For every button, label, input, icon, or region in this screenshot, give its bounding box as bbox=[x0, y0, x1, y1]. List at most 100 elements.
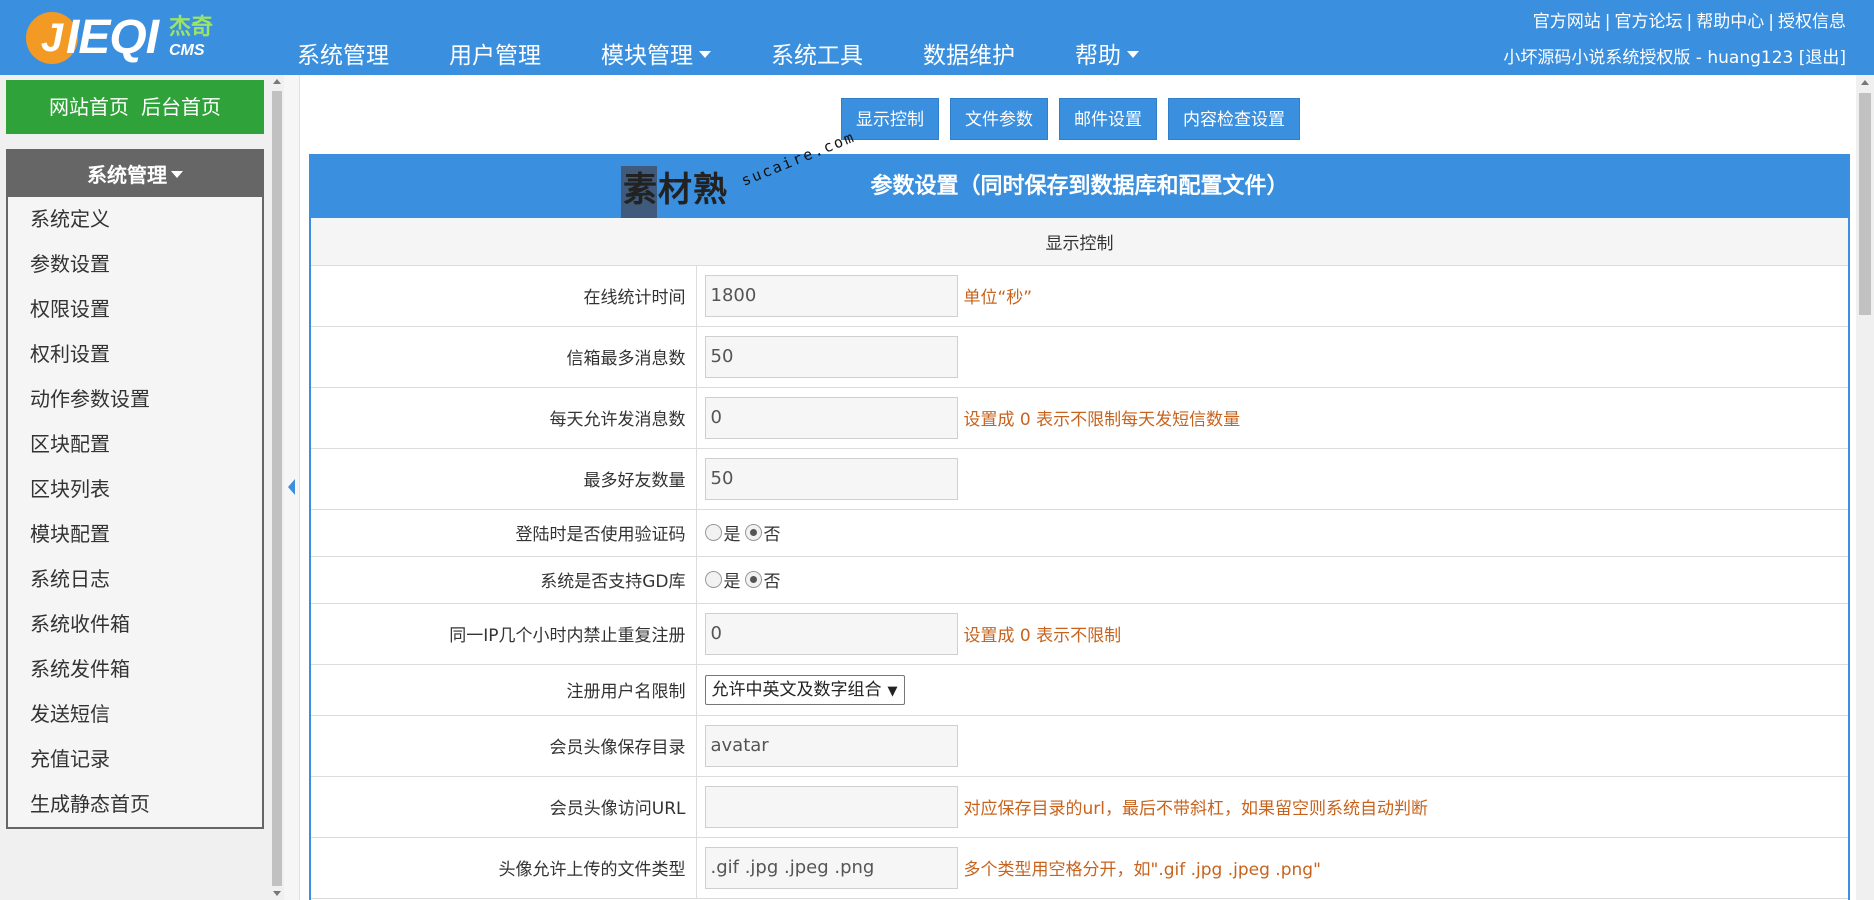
gd-support-no-radio[interactable] bbox=[744, 571, 762, 588]
field-cell: .gif .jpg .jpeg .png 多个类型用空格分开，如".gif .jp… bbox=[696, 837, 1848, 899]
chevron-down-icon bbox=[699, 51, 711, 58]
sidebar-item-block-list[interactable]: 区块列表 bbox=[8, 467, 262, 512]
top-header: J IEQI 杰奇 CMS 系统管理 用户管理 模块管理 系统工具 数据维护 帮… bbox=[0, 0, 1874, 75]
scrollbar-thumb[interactable] bbox=[1859, 93, 1871, 315]
tab-file-parameters[interactable]: 文件参数 bbox=[950, 98, 1048, 140]
link-separator: | bbox=[1686, 12, 1693, 32]
sidebar-item-recharge-records[interactable]: 充值记录 bbox=[8, 737, 262, 782]
link-separator: | bbox=[1604, 12, 1611, 32]
max-friends-input[interactable]: 50 bbox=[704, 457, 958, 500]
radio-label: 是 bbox=[723, 572, 741, 592]
tab-display-control[interactable]: 显示控制 bbox=[841, 98, 939, 140]
sidebar-item-system-log[interactable]: 系统日志 bbox=[8, 557, 262, 602]
sidebar-item-rights-settings[interactable]: 权利设置 bbox=[8, 332, 262, 377]
link-help-center[interactable]: 帮助中心 bbox=[1696, 12, 1764, 32]
scroll-down-icon[interactable] bbox=[273, 891, 281, 896]
field-label: 同一IP几个小时内禁止重复注册 bbox=[311, 603, 697, 665]
logo-cms: CMS bbox=[169, 42, 205, 59]
nav-help[interactable]: 帮助 bbox=[1045, 0, 1169, 75]
field-label: 信箱最多消息数 bbox=[311, 326, 697, 388]
gd-support-yes-radio[interactable] bbox=[704, 571, 722, 588]
ip-register-hours-input[interactable]: 0 bbox=[704, 612, 958, 655]
sidebar-scrollbar[interactable] bbox=[270, 75, 284, 900]
captcha-no-radio[interactable] bbox=[744, 524, 762, 541]
table-row: 每天允许发消息数 0 设置成 0 表示不限制每天发短信数量 bbox=[311, 387, 1848, 449]
link-license-info[interactable]: 授权信息 bbox=[1778, 12, 1846, 32]
sidebar-item-block-config[interactable]: 区块配置 bbox=[8, 422, 262, 467]
form-section-row: 显示控制 bbox=[311, 218, 1848, 266]
sidebar-menu-list: 系统定义 参数设置 权限设置 权利设置 动作参数设置 区块配置 区块列表 模块配… bbox=[8, 197, 262, 827]
settings-tabs: 显示控制 文件参数 邮件设置 内容检查设置 bbox=[841, 98, 1311, 140]
scroll-up-icon[interactable] bbox=[1861, 80, 1869, 85]
field-hint: 单位“秒” bbox=[963, 288, 1033, 308]
sidebar-item-permission-settings[interactable]: 权限设置 bbox=[8, 287, 262, 332]
sidebar-item-action-parameters[interactable]: 动作参数设置 bbox=[8, 377, 262, 422]
nav-label: 数据维护 bbox=[923, 43, 1015, 69]
main-scrollbar[interactable] bbox=[1856, 75, 1874, 900]
field-cell: 0 设置成 0 表示不限制每天发短信数量 bbox=[696, 387, 1848, 449]
sidebar-collapse-handle[interactable] bbox=[284, 75, 300, 900]
field-cell: 允许中英文及数字组合 ▼ bbox=[696, 664, 1848, 716]
sidebar-menu-title[interactable]: 系统管理 bbox=[8, 151, 262, 197]
link-official-site[interactable]: 官方网站 bbox=[1533, 12, 1601, 32]
avatar-url-input[interactable] bbox=[704, 785, 958, 828]
table-row: 在线统计时间 1800 单位“秒” bbox=[311, 265, 1848, 327]
scrollbar-thumb[interactable] bbox=[272, 91, 282, 886]
logo-text: IEQI bbox=[66, 11, 159, 64]
jieqi-cms-logo[interactable]: J IEQI 杰奇 CMS bbox=[26, 10, 226, 66]
field-label: 最多好友数量 bbox=[311, 448, 697, 510]
field-label: 登陆时是否使用验证码 bbox=[311, 509, 697, 557]
daily-message-limit-input[interactable]: 0 bbox=[704, 396, 958, 439]
username-rule-select[interactable]: 允许中英文及数字组合 ▼ bbox=[704, 674, 905, 705]
nav-label: 模块管理 bbox=[601, 43, 693, 69]
captcha-yes-radio[interactable] bbox=[704, 524, 722, 541]
link-admin-home[interactable]: 后台首页 bbox=[141, 95, 221, 119]
nav-system-tools[interactable]: 系统工具 bbox=[741, 0, 893, 75]
main-content: 显示控制 文件参数 邮件设置 内容检查设置 素材熟 sucaire.com 参数… bbox=[301, 75, 1856, 900]
link-separator: | bbox=[1768, 12, 1774, 32]
sidebar-item-generate-static-home[interactable]: 生成静态首页 bbox=[8, 782, 262, 827]
link-site-home[interactable]: 网站首页 bbox=[49, 95, 129, 119]
table-row: 登陆时是否使用验证码 是否 bbox=[311, 509, 1848, 557]
quick-links: 网站首页 后台首页 bbox=[6, 80, 264, 134]
field-cell: 0 设置成 0 表示不限制 bbox=[696, 603, 1848, 665]
chevron-down-icon bbox=[171, 171, 183, 178]
nav-label: 帮助 bbox=[1075, 43, 1121, 69]
nav-label: 用户管理 bbox=[449, 43, 541, 69]
field-cell: 对应保存目录的url，最后不带斜杠，如果留空则系统自动判断 bbox=[696, 776, 1848, 838]
table-row: 信箱最多消息数 50 bbox=[311, 326, 1848, 388]
tab-mail-settings[interactable]: 邮件设置 bbox=[1059, 98, 1157, 140]
panel-title-text: 参数设置（同时保存到数据库和配置文件） bbox=[870, 174, 1289, 199]
link-official-forum[interactable]: 官方论坛 bbox=[1615, 12, 1683, 32]
collapse-left-icon[interactable] bbox=[288, 479, 295, 495]
sidebar-item-system-inbox[interactable]: 系统收件箱 bbox=[8, 602, 262, 647]
field-cell: 50 bbox=[696, 448, 1848, 510]
sidebar-item-module-config[interactable]: 模块配置 bbox=[8, 512, 262, 557]
sidebar-item-system-outbox[interactable]: 系统发件箱 bbox=[8, 647, 262, 692]
field-hint: 对应保存目录的url，最后不带斜杠，如果留空则系统自动判断 bbox=[963, 799, 1429, 819]
nav-data-maintenance[interactable]: 数据维护 bbox=[893, 0, 1045, 75]
field-cell: 是否 bbox=[696, 556, 1848, 604]
sidebar-item-system-definition[interactable]: 系统定义 bbox=[8, 197, 262, 242]
nav-module-management[interactable]: 模块管理 bbox=[571, 0, 741, 75]
max-messages-input[interactable]: 50 bbox=[704, 335, 958, 378]
sidebar-item-send-message[interactable]: 发送短信 bbox=[8, 692, 262, 737]
user-info-logout[interactable]: 小坏源码小说系统授权版 - huang123 [退出] bbox=[1503, 43, 1846, 68]
field-label: 系统是否支持GD库 bbox=[311, 556, 697, 604]
avatar-file-types-input[interactable]: .gif .jpg .jpeg .png bbox=[704, 846, 958, 889]
watermark-text: 素材熟 bbox=[623, 170, 728, 210]
table-row: 最多好友数量 50 bbox=[311, 448, 1848, 510]
avatar-dir-input[interactable]: avatar bbox=[704, 724, 958, 767]
top-links: 官方网站 | 官方论坛 | 帮助中心 | 授权信息 bbox=[1533, 7, 1846, 32]
field-cell: 50 bbox=[696, 326, 1848, 388]
menu-title-label: 系统管理 bbox=[87, 163, 167, 187]
tab-content-check[interactable]: 内容检查设置 bbox=[1168, 98, 1300, 140]
nav-system-management[interactable]: 系统管理 bbox=[267, 0, 419, 75]
sidebar-item-parameter-settings[interactable]: 参数设置 bbox=[8, 242, 262, 287]
panel-title: 素材熟 sucaire.com 参数设置（同时保存到数据库和配置文件） bbox=[311, 128, 1848, 218]
radio-label: 否 bbox=[763, 572, 781, 592]
scroll-up-icon[interactable] bbox=[273, 79, 281, 84]
online-stat-time-input[interactable]: 1800 bbox=[704, 274, 958, 317]
nav-user-management[interactable]: 用户管理 bbox=[419, 0, 571, 75]
select-value: 允许中英文及数字组合 bbox=[711, 679, 882, 700]
